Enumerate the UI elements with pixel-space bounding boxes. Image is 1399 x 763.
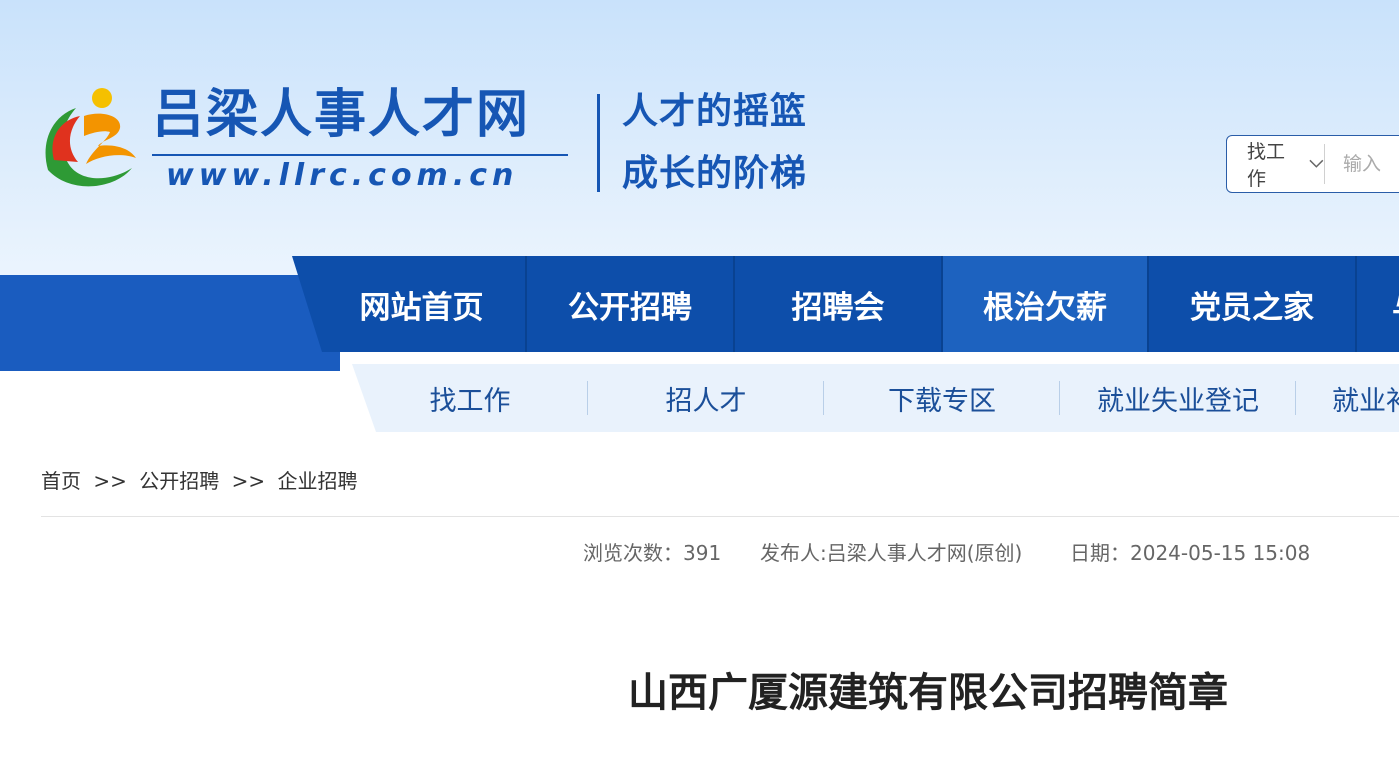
nav-item-public-recruitment[interactable]: 公开招聘 — [527, 256, 735, 352]
search-type-label: 找工作 — [1247, 141, 1286, 190]
site-logo-icon[interactable] — [40, 86, 140, 190]
slogan-line-1: 人才的摇篮 — [622, 91, 808, 132]
breadcrumb-home-link[interactable]: 首页 — [41, 469, 81, 493]
search-separator — [1324, 144, 1325, 184]
subnav-item-downloads[interactable]: 下载专区 — [824, 364, 1060, 432]
nav-item-job-fair[interactable]: 招聘会 — [735, 256, 943, 352]
search-input[interactable] — [1341, 152, 1399, 176]
breadcrumb: 首页 >> 公开招聘 >> 企业招聘 — [41, 467, 357, 495]
article-title: 山西广厦源建筑有限公司招聘简章 — [628, 670, 1228, 716]
subnav-item-find-talent[interactable]: 招人才 — [588, 364, 824, 432]
chevron-down-icon — [1309, 159, 1324, 168]
subnav-item-find-job[interactable]: 找工作 — [352, 364, 588, 432]
search-box: 找工作 — [1226, 135, 1399, 193]
breadcrumb-separator: >> — [231, 469, 266, 493]
nav-item-truncated[interactable]: 与 — [1357, 256, 1399, 352]
article-date: 日期：2024-05-15 15:08 — [1070, 541, 1311, 565]
nav-item-wage-arrears[interactable]: 根治欠薪 — [943, 256, 1149, 352]
nav-item-party-members[interactable]: 党员之家 — [1149, 256, 1357, 352]
slogan-line-2: 成长的阶梯 — [622, 153, 808, 194]
breadcrumb-separator: >> — [93, 469, 127, 493]
site-name[interactable]: 吕梁人事人才网 — [152, 84, 530, 146]
breadcrumb-enterprise-recruitment-link[interactable]: 企业招聘 — [277, 469, 357, 493]
subnav-item-employment-registration[interactable]: 就业失业登记 — [1060, 364, 1296, 432]
subnav-item-employment-subsidy[interactable]: 就业补 — [1296, 364, 1399, 432]
search-type-select[interactable]: 找工作 — [1227, 137, 1324, 191]
header-background — [0, 0, 1399, 300]
site-url: www.llrc.com.cn — [166, 158, 519, 193]
nav-item-home[interactable]: 网站首页 — [318, 256, 527, 352]
slogan-divider — [597, 94, 600, 192]
article-view-count: 浏览次数：391 — [583, 541, 722, 565]
content-divider — [41, 516, 1399, 517]
article-publisher: 发布人:吕梁人事人才网(原创) — [760, 541, 1023, 565]
breadcrumb-public-recruitment-link[interactable]: 公开招聘 — [139, 469, 219, 493]
nav-left-band — [0, 275, 340, 371]
